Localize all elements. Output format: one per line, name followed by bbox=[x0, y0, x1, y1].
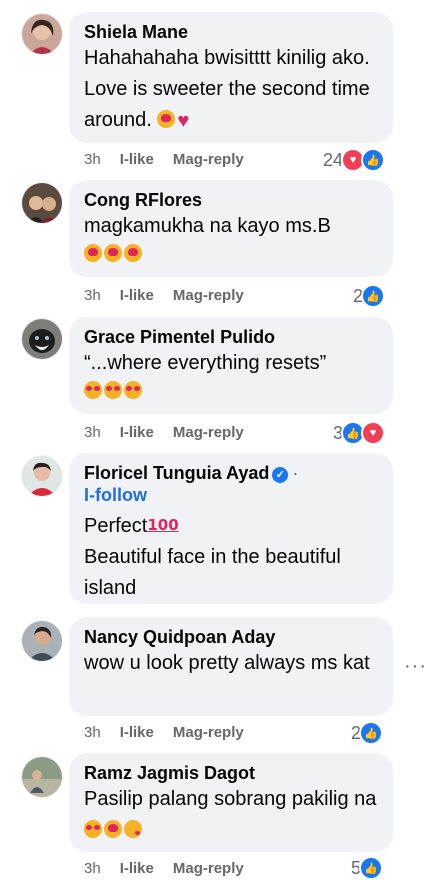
comment-author[interactable]: Floricel Tunguia Ayad bbox=[84, 463, 269, 483]
like-reaction-icon: 👍 bbox=[359, 856, 384, 880]
comment-time[interactable]: 3h bbox=[84, 860, 101, 878]
hundred-points-icon: 100 bbox=[147, 516, 179, 534]
comment-text: “...where everything resets” bbox=[84, 352, 327, 374]
comment-bubble: Shiela Mane Hahahahaha bwisitttt kinilig… bbox=[69, 12, 393, 143]
like-button[interactable]: I-like bbox=[120, 724, 154, 742]
comment-text: Beautiful face in the beautiful island bbox=[84, 546, 341, 599]
reply-button[interactable]: Mag-reply bbox=[173, 424, 244, 442]
like-reaction-icon: 👍 bbox=[361, 148, 386, 172]
comment-actions: 3h I-like Mag-reply bbox=[84, 860, 263, 878]
red-heart-icon: ♥ bbox=[177, 110, 190, 132]
heart-eyes-icon bbox=[84, 820, 102, 838]
comment-author[interactable]: Shiela Mane bbox=[84, 21, 379, 43]
heart-eyes-icon bbox=[104, 381, 122, 399]
reply-button[interactable]: Mag-reply bbox=[173, 860, 244, 878]
reaction-summary[interactable]: 3 👍 ♥ bbox=[333, 421, 386, 445]
avatar[interactable] bbox=[21, 13, 63, 55]
comment-time[interactable]: 3h bbox=[84, 724, 101, 742]
verified-badge-icon: ✓ bbox=[272, 467, 289, 483]
comment-author[interactable]: Ramz Jagmis Dagot bbox=[84, 762, 379, 784]
reaction-summary[interactable]: 2 👍 bbox=[353, 284, 386, 308]
comment-bubble: Nancy Quidpoan Aday wow u look pretty al… bbox=[69, 617, 393, 716]
emoji-row bbox=[84, 381, 379, 402]
face-blowing-kiss-icon bbox=[124, 820, 142, 838]
avatar[interactable] bbox=[21, 620, 63, 662]
like-button[interactable]: I-like bbox=[120, 860, 154, 878]
comment-text: Pasilip palang sobrang pakilig na bbox=[84, 784, 379, 846]
smiling-face-with-hearts-icon bbox=[104, 820, 122, 838]
follow-button[interactable]: I-follow bbox=[84, 484, 379, 506]
comment-time[interactable]: 3h bbox=[84, 424, 101, 442]
avatar[interactable] bbox=[21, 756, 63, 798]
smiling-face-with-hearts-icon bbox=[104, 244, 122, 262]
comment-author[interactable]: Grace Pimentel Pulido bbox=[84, 326, 379, 348]
emoji-row bbox=[84, 244, 379, 265]
heart-eyes-icon bbox=[84, 381, 102, 399]
reply-button[interactable]: Mag-reply bbox=[173, 724, 244, 742]
like-reaction-icon: 👍 bbox=[359, 721, 384, 745]
like-button[interactable]: I-like bbox=[120, 287, 154, 305]
comment-text: magkamukha na kayo ms.B bbox=[84, 215, 331, 237]
comment-text: Perfect100 bbox=[84, 510, 379, 542]
smiling-face-with-hearts-icon bbox=[157, 110, 176, 128]
like-reaction-icon: 👍 bbox=[361, 284, 386, 308]
comment-author[interactable]: Cong RFlores bbox=[84, 189, 379, 211]
comment-author[interactable]: Nancy Quidpoan Aday bbox=[84, 626, 379, 648]
comment-actions: 3h I-like Mag-reply bbox=[84, 424, 263, 442]
like-button[interactable]: I-like bbox=[120, 424, 154, 442]
comment-bubble: Cong RFlores magkamukha na kayo ms.B bbox=[69, 180, 393, 277]
comment-bubble: Floricel Tunguia Ayad ✓ · I-follow Perfect… bbox=[69, 453, 393, 604]
heart-eyes-icon bbox=[124, 381, 142, 399]
more-options-icon[interactable]: ··· bbox=[404, 655, 427, 678]
like-button[interactable]: I-like bbox=[120, 151, 154, 169]
avatar[interactable] bbox=[21, 182, 63, 224]
reply-button[interactable]: Mag-reply bbox=[173, 287, 244, 305]
reaction-summary[interactable]: 5 👍 bbox=[351, 856, 384, 880]
love-reaction-icon: ♥ bbox=[361, 421, 386, 445]
reaction-summary[interactable]: 2 👍 bbox=[351, 721, 384, 745]
comment-text: Hahahahaha bwisitttt kinilig ako. Love i… bbox=[84, 43, 379, 137]
reaction-summary[interactable]: 24 ♥ 👍 bbox=[323, 148, 386, 172]
comment-actions: 3h I-like Mag-reply bbox=[84, 287, 263, 305]
comment-time[interactable]: 3h bbox=[84, 287, 101, 305]
comment-text: wow u look pretty always ms kat bbox=[84, 652, 370, 674]
avatar[interactable] bbox=[21, 318, 63, 360]
smiling-face-with-hearts-icon bbox=[124, 244, 142, 262]
smiling-face-with-hearts-icon bbox=[84, 244, 102, 262]
comment-bubble: Grace Pimentel Pulido “...where everythi… bbox=[69, 317, 393, 414]
comment-time[interactable]: 3h bbox=[84, 151, 101, 169]
comment-bubble: Ramz Jagmis Dagot Pasilip palang sobrang… bbox=[69, 753, 393, 852]
comment-actions: 3h I-like Mag-reply bbox=[84, 724, 263, 742]
separator-dot: · bbox=[292, 463, 299, 483]
avatar[interactable] bbox=[21, 455, 63, 497]
comment-author-row: Floricel Tunguia Ayad ✓ · bbox=[84, 462, 379, 484]
comment-actions: 3h I-like Mag-reply bbox=[84, 151, 263, 169]
reply-button[interactable]: Mag-reply bbox=[173, 151, 244, 169]
reaction-count: 24 bbox=[323, 149, 344, 170]
